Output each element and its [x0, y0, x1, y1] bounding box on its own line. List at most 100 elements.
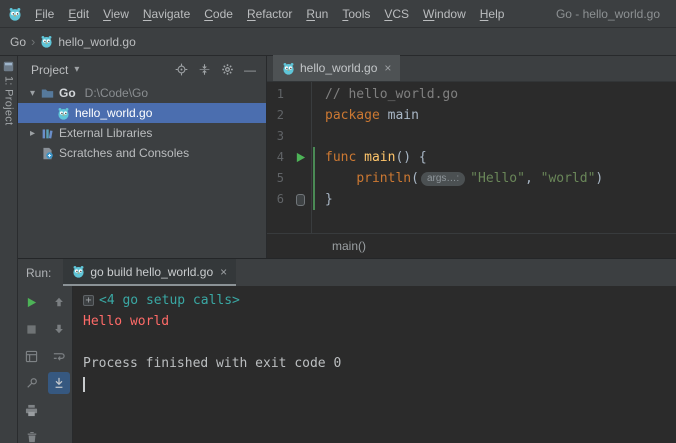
pin-tab-button[interactable]	[21, 372, 43, 394]
run-tool-window: Run: go build hello_world.go ×	[18, 258, 676, 443]
scratches-icon	[39, 147, 55, 160]
gopher-icon	[282, 62, 295, 75]
scope-indicator	[313, 147, 315, 210]
tree-item-label: Go	[59, 86, 76, 100]
tree-item-external-libraries[interactable]: ▸ External Libraries	[18, 123, 266, 143]
code-text: ,	[525, 171, 541, 186]
printer-icon	[25, 404, 38, 417]
project-tree: ▾ Go D:\Code\Go hello_world.go	[18, 83, 266, 258]
menu-run[interactable]: Run	[299, 7, 335, 21]
collapsed-twisty-icon[interactable]: ▸	[26, 128, 39, 139]
editor-area: hello_world.go × 1 // hello_world.go 2	[267, 56, 676, 258]
gutter-slot	[289, 152, 311, 163]
tree-item-path: D:\Code\Go	[85, 86, 148, 100]
line-number: 1	[267, 84, 289, 105]
project-tool-button[interactable]: 1: Project	[3, 76, 15, 125]
clear-all-button[interactable]	[21, 426, 43, 443]
trash-icon	[26, 431, 38, 443]
menu-refactor[interactable]: Refactor	[240, 7, 299, 21]
settings-button[interactable]	[221, 63, 234, 76]
breadcrumb-root[interactable]: Go	[10, 35, 26, 49]
locate-icon	[175, 63, 188, 76]
select-opened-file-button[interactable]	[175, 63, 188, 76]
editor-tab-hello-world-go[interactable]: hello_world.go ×	[273, 55, 400, 81]
close-icon[interactable]: ×	[220, 265, 227, 279]
run-main-gutter-button[interactable]	[295, 152, 306, 163]
breadcrumb-scope[interactable]: main()	[332, 239, 366, 253]
arrow-down-icon	[53, 323, 65, 335]
layout-icon	[25, 350, 38, 363]
menu-vcs[interactable]: VCS	[377, 7, 416, 21]
code-text: main	[380, 108, 419, 123]
code-line[interactable]: 2 package main	[267, 105, 676, 126]
menu-window[interactable]: Window	[416, 7, 473, 21]
run-label: Run:	[26, 266, 51, 280]
run-body: + <4 go setup calls> Hello world Process…	[18, 286, 676, 443]
console-output[interactable]: + <4 go setup calls> Hello world Process…	[72, 286, 676, 443]
expand-fold-icon[interactable]: +	[83, 295, 94, 306]
workspace: 1: Project Project ▾	[0, 56, 676, 443]
code-line[interactable]: 3	[267, 126, 676, 147]
console-line	[83, 332, 676, 353]
menu-code[interactable]: Code	[197, 7, 240, 21]
menu-help[interactable]: Help	[473, 7, 512, 21]
editor-breadcrumb-bar: main()	[267, 233, 676, 258]
code-line[interactable]: 4 func main() {	[267, 147, 676, 168]
stop-button[interactable]	[21, 318, 43, 340]
run-header: Run: go build hello_world.go ×	[18, 259, 676, 286]
hide-panel-button[interactable]: —	[244, 64, 256, 76]
run-tab-go-build[interactable]: go build hello_world.go ×	[63, 259, 236, 286]
console-setup-calls[interactable]: <4 go setup calls>	[99, 290, 240, 311]
ide-window: File Edit View Navigate Code Refactor Ru…	[0, 0, 676, 443]
tree-item-go-root[interactable]: ▾ Go D:\Code\Go	[18, 83, 266, 103]
goland-logo-icon	[8, 7, 22, 21]
code-function-name: main	[364, 150, 395, 165]
restore-layout-button[interactable]	[21, 345, 43, 367]
code-builtin: println	[356, 171, 411, 186]
code-text: )	[595, 171, 603, 186]
menu-navigate[interactable]: Navigate	[136, 7, 197, 21]
code-line[interactable]: 5 println(args…:"Hello", "world")	[267, 168, 676, 189]
fold-indicator-icon[interactable]	[296, 194, 305, 206]
menu-edit[interactable]: Edit	[61, 7, 96, 21]
code-text: (	[411, 171, 419, 186]
menu-tools[interactable]: Tools	[335, 7, 377, 21]
collapse-all-icon	[198, 63, 211, 76]
down-stack-trace-button[interactable]	[48, 318, 70, 340]
soft-wrap-button[interactable]	[48, 345, 70, 367]
project-panel-title[interactable]: Project	[31, 63, 68, 77]
folder-icon	[39, 87, 55, 100]
rerun-button[interactable]	[21, 291, 43, 313]
arrow-up-icon	[53, 296, 65, 308]
chevron-right-icon: ›	[31, 34, 35, 49]
tree-item-scratches[interactable]: Scratches and Consoles	[18, 143, 266, 163]
line-number: 3	[267, 126, 289, 147]
main-area: Project ▾ —	[18, 56, 676, 258]
line-number: 4	[267, 147, 289, 168]
navigation-bar: Go › hello_world.go	[0, 28, 676, 56]
gopher-icon	[72, 265, 85, 278]
code-editor[interactable]: 1 // hello_world.go 2 package main 3	[267, 82, 676, 233]
scroll-to-end-button[interactable]	[48, 372, 70, 394]
console-line	[83, 374, 676, 395]
code-line[interactable]: 6 }	[267, 189, 676, 210]
tree-item-hello-world-go[interactable]: hello_world.go	[18, 103, 266, 123]
menu-view[interactable]: View	[96, 7, 136, 21]
run-toolbar-primary	[18, 286, 45, 443]
code-keyword: package	[325, 108, 380, 123]
collapse-all-button[interactable]	[198, 63, 211, 76]
chevron-down-icon[interactable]: ▾	[74, 64, 79, 75]
code-line[interactable]: 1 // hello_world.go	[267, 84, 676, 105]
menu-file[interactable]: File	[28, 7, 61, 21]
expanded-twisty-icon[interactable]: ▾	[26, 88, 39, 99]
tree-item-label: External Libraries	[59, 126, 152, 140]
tab-label: hello_world.go	[300, 61, 377, 75]
up-stack-trace-button[interactable]	[48, 291, 70, 313]
code-indent	[325, 171, 356, 186]
menu-bar: File Edit View Navigate Code Refactor Ru…	[0, 0, 676, 28]
print-button[interactable]	[21, 399, 43, 421]
close-icon[interactable]: ×	[384, 61, 391, 75]
breadcrumb-file[interactable]: hello_world.go	[58, 35, 135, 49]
tree-item-label: hello_world.go	[75, 106, 152, 120]
stop-icon	[26, 324, 37, 335]
